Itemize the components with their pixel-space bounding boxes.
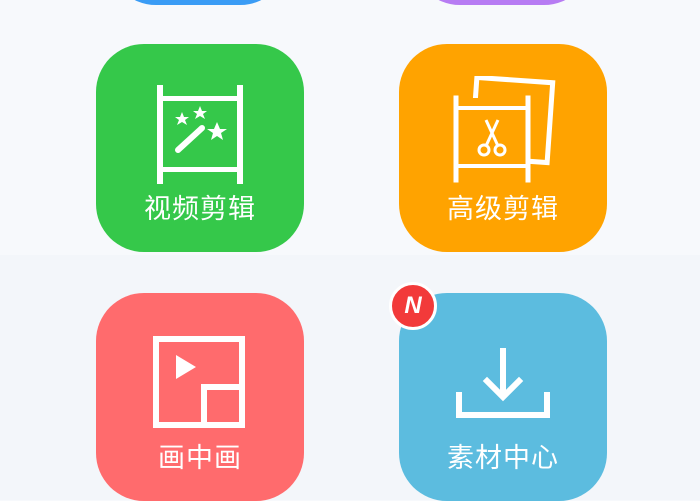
advanced-edit-tile[interactable]: 高级剪辑: [399, 44, 607, 252]
new-badge: N: [389, 282, 437, 330]
advanced-edit-label: 高级剪辑: [447, 194, 559, 225]
video-edit-label: 视频剪辑: [144, 194, 256, 225]
material-center-label: 素材中心: [447, 443, 559, 474]
picture-in-picture-label: 画中画: [158, 443, 242, 474]
magic-wand-film-icon: [150, 84, 250, 188]
scissors-film-icon: [448, 74, 558, 188]
download-tray-icon: [453, 345, 553, 429]
picture-in-picture-icon: [152, 335, 248, 435]
material-center-tile[interactable]: 素材中心: [399, 293, 607, 501]
picture-in-picture-tile[interactable]: 画中画: [96, 293, 304, 501]
video-edit-tile[interactable]: 视频剪辑: [96, 44, 304, 252]
